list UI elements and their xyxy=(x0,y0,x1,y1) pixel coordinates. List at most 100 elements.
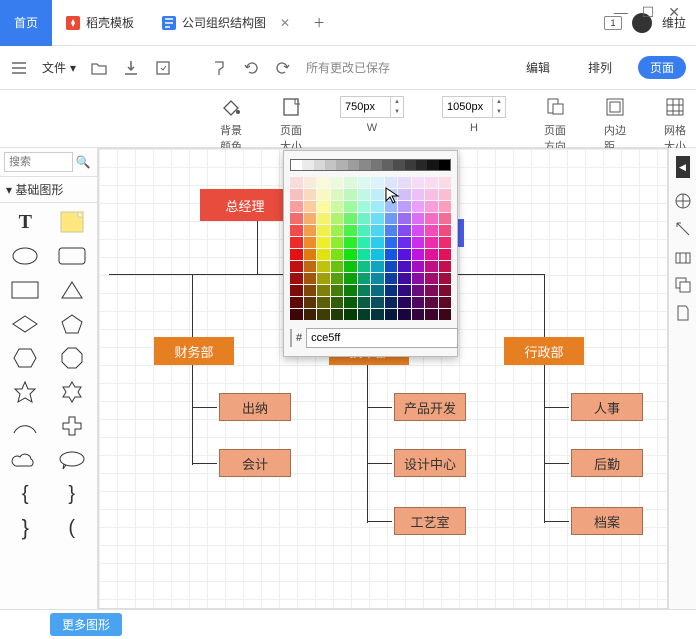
color-swatch[interactable] xyxy=(304,225,317,236)
color-swatch[interactable] xyxy=(344,309,357,320)
color-swatch[interactable] xyxy=(385,285,398,296)
org-dept1[interactable]: 财务部 xyxy=(154,337,234,365)
color-swatch[interactable] xyxy=(425,177,438,188)
color-swatch[interactable] xyxy=(385,249,398,260)
color-swatch[interactable] xyxy=(371,177,384,188)
arc-shape[interactable] xyxy=(4,413,47,439)
color-swatch[interactable] xyxy=(331,249,344,260)
compass-icon[interactable] xyxy=(674,192,692,210)
color-swatch[interactable] xyxy=(304,297,317,308)
color-swatch[interactable] xyxy=(358,201,371,212)
folder-icon[interactable] xyxy=(90,59,108,77)
color-swatch[interactable] xyxy=(398,189,411,200)
color-swatch[interactable] xyxy=(358,297,371,308)
color-swatch[interactable] xyxy=(344,225,357,236)
color-swatch[interactable] xyxy=(344,237,357,248)
margin-tool[interactable]: 内边距 xyxy=(594,96,636,154)
color-swatch[interactable] xyxy=(304,189,317,200)
color-swatch[interactable] xyxy=(304,177,317,188)
color-swatch[interactable] xyxy=(317,225,330,236)
color-swatch[interactable] xyxy=(317,201,330,212)
color-swatch[interactable] xyxy=(371,189,384,200)
tab-docker[interactable]: 稻壳模板 xyxy=(52,0,148,46)
paren-shape[interactable]: ( xyxy=(51,515,94,541)
color-swatch[interactable] xyxy=(398,225,411,236)
color-swatch[interactable] xyxy=(331,237,344,248)
edit-mode-button[interactable]: 编辑 xyxy=(514,56,562,79)
color-swatch[interactable] xyxy=(331,285,344,296)
redo-icon[interactable] xyxy=(274,59,292,77)
color-swatch[interactable] xyxy=(398,261,411,272)
color-swatch[interactable] xyxy=(439,201,452,212)
height-spinner[interactable]: ▲▼ xyxy=(492,96,506,118)
color-swatch[interactable] xyxy=(331,309,344,320)
color-swatch[interactable] xyxy=(371,225,384,236)
color-swatch[interactable] xyxy=(344,189,357,200)
color-swatch[interactable] xyxy=(290,225,303,236)
color-swatch[interactable] xyxy=(290,273,303,284)
org-d1b[interactable]: 会计 xyxy=(219,449,291,477)
color-swatch[interactable] xyxy=(425,285,438,296)
color-swatch[interactable] xyxy=(290,177,303,188)
color-swatch[interactable] xyxy=(290,285,303,296)
color-swatch[interactable] xyxy=(358,285,371,296)
color-swatch[interactable] xyxy=(398,237,411,248)
diamond-shape[interactable] xyxy=(4,311,47,337)
color-swatch[interactable] xyxy=(317,297,330,308)
color-swatch[interactable] xyxy=(290,249,303,260)
color-swatch[interactable] xyxy=(439,189,452,200)
color-swatch[interactable] xyxy=(371,237,384,248)
color-swatch[interactable] xyxy=(304,213,317,224)
color-swatch[interactable] xyxy=(425,213,438,224)
orient-tool[interactable]: 页面方向 xyxy=(534,96,576,154)
color-swatch[interactable] xyxy=(331,225,344,236)
color-swatch[interactable] xyxy=(344,213,357,224)
rounded-rect-shape[interactable] xyxy=(51,243,94,269)
text-shape[interactable]: T xyxy=(4,209,47,235)
color-swatch[interactable] xyxy=(425,273,438,284)
color-swatch[interactable] xyxy=(317,177,330,188)
brace-right-shape[interactable]: } xyxy=(51,481,94,507)
color-swatch[interactable] xyxy=(412,261,425,272)
rect-shape[interactable] xyxy=(4,277,47,303)
more-shapes-button[interactable]: 更多图形 xyxy=(50,613,122,636)
color-swatch[interactable] xyxy=(331,201,344,212)
color-swatch[interactable] xyxy=(317,261,330,272)
color-swatch[interactable] xyxy=(358,237,371,248)
color-swatch[interactable] xyxy=(398,177,411,188)
org-d2b[interactable]: 设计中心 xyxy=(394,449,466,477)
color-swatch[interactable] xyxy=(439,213,452,224)
tab-document[interactable]: 公司组织结构图 ✕ xyxy=(148,0,304,46)
color-swatch[interactable] xyxy=(398,285,411,296)
width-spinner[interactable]: ▲▼ xyxy=(390,96,404,118)
color-swatch[interactable] xyxy=(385,297,398,308)
color-swatch[interactable] xyxy=(304,273,317,284)
color-swatch[interactable] xyxy=(331,261,344,272)
color-swatch[interactable] xyxy=(317,237,330,248)
color-swatch[interactable] xyxy=(317,273,330,284)
tab-home[interactable]: 首页 xyxy=(0,0,52,46)
color-swatch[interactable] xyxy=(371,285,384,296)
cloud-shape[interactable] xyxy=(4,447,47,473)
close-icon[interactable]: ✕ xyxy=(668,4,680,21)
color-swatch[interactable] xyxy=(290,237,303,248)
color-swatch[interactable] xyxy=(385,261,398,272)
star-shape[interactable] xyxy=(4,379,47,405)
page-icon[interactable] xyxy=(674,304,692,322)
star6-shape[interactable] xyxy=(51,379,94,405)
color-swatch[interactable] xyxy=(331,297,344,308)
color-swatch[interactable] xyxy=(385,237,398,248)
color-swatch[interactable] xyxy=(398,273,411,284)
color-swatch[interactable] xyxy=(290,297,303,308)
color-swatch[interactable] xyxy=(317,309,330,320)
search-icon[interactable]: 🔍 xyxy=(73,155,93,169)
color-swatch[interactable] xyxy=(425,237,438,248)
arrange-mode-button[interactable]: 排列 xyxy=(576,56,624,79)
height-input[interactable] xyxy=(442,96,492,118)
color-swatch[interactable] xyxy=(371,213,384,224)
collapse-icon[interactable]: ◀ xyxy=(676,156,690,178)
color-swatch[interactable] xyxy=(385,309,398,320)
color-grid[interactable] xyxy=(290,177,451,320)
color-swatch[interactable] xyxy=(290,201,303,212)
color-swatch[interactable] xyxy=(398,213,411,224)
